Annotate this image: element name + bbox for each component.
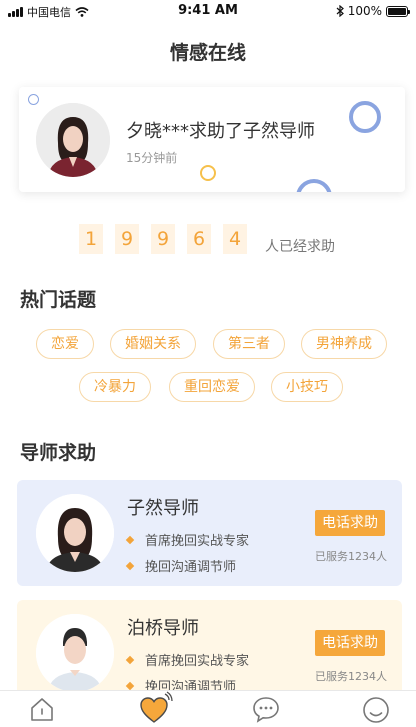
heart-call-icon[interactable] (138, 691, 174, 727)
mentor-avatar (36, 614, 114, 692)
topic-tag[interactable]: 男神养成 (301, 329, 387, 359)
battery-icon (386, 5, 410, 17)
mentor-title-text: 挽回沟通调节师 (145, 560, 237, 575)
served-count: 已服务1234人 (315, 670, 387, 683)
tab-bar (0, 690, 416, 727)
section-title-topics: 热门话题 (20, 289, 97, 311)
help-counter: 1 9 9 6 4 人已经求助 (79, 222, 335, 256)
mentor-title-text: 首席挽回实战专家 (145, 534, 250, 549)
topic-tag[interactable]: 恋爱 (36, 329, 94, 359)
status-bar: 中国电信 9:41 AM 100% (0, 0, 416, 22)
counter-label: 人已经求助 (265, 239, 335, 255)
mentor-avatar (36, 103, 110, 177)
topic-tag[interactable]: 冷暴力 (79, 372, 151, 402)
served-count: 已服务1234人 (315, 550, 387, 563)
topic-tag[interactable]: 婚姻关系 (110, 329, 196, 359)
woman-portrait-icon (36, 494, 114, 572)
bullet-diamond-icon (125, 655, 135, 664)
mentor-name: 泊桥导师 (127, 618, 199, 639)
decor-circle (200, 165, 216, 181)
woman-portrait-icon (36, 103, 110, 177)
decor-circle (296, 179, 332, 192)
smile-icon[interactable] (361, 695, 391, 725)
bullet-diamond-icon (125, 535, 135, 544)
decor-circle (349, 101, 381, 133)
status-right: 100% (336, 4, 410, 18)
counter-digit: 6 (187, 224, 211, 254)
home-icon[interactable] (28, 695, 56, 723)
notice-time: 15分钟前 (126, 151, 178, 165)
counter-digit: 1 (79, 224, 103, 254)
mentor-title: 挽回沟通调节师 (125, 556, 237, 575)
battery-percent: 100% (347, 4, 382, 18)
bullet-diamond-icon (125, 561, 135, 570)
decor-circle (28, 94, 39, 105)
page-title: 情感在线 (169, 42, 246, 64)
section-title-mentors: 导师求助 (20, 442, 97, 464)
topic-tag[interactable]: 第三者 (213, 329, 285, 359)
counter-digit: 9 (115, 224, 139, 254)
help-notice-card[interactable]: 夕晓***求助了子然导师 15分钟前 (19, 87, 405, 192)
mentor-title: 首席挽回实战专家 (125, 530, 250, 549)
counter-digit: 9 (151, 224, 175, 254)
mentor-title: 首席挽回实战专家 (125, 650, 250, 669)
topic-tag[interactable]: 重回恋爱 (169, 372, 255, 402)
phone-help-button[interactable]: 电话求助 (315, 630, 385, 656)
phone-help-button[interactable]: 电话求助 (315, 510, 385, 536)
topic-tag[interactable]: 小技巧 (271, 372, 343, 402)
counter-digit: 4 (223, 224, 247, 254)
bullet-diamond-icon (125, 681, 135, 690)
man-portrait-icon (36, 614, 114, 692)
mentor-title-text: 首席挽回实战专家 (145, 654, 250, 669)
bluetooth-icon (336, 5, 344, 17)
mentor-avatar (36, 494, 114, 572)
notice-text: 夕晓***求助了子然导师 (126, 121, 315, 142)
chat-icon[interactable] (251, 695, 281, 723)
mentor-name: 子然导师 (127, 498, 199, 519)
mentor-card[interactable]: 子然导师 首席挽回实战专家 挽回沟通调节师 电话求助 已服务1234人 (17, 480, 402, 586)
